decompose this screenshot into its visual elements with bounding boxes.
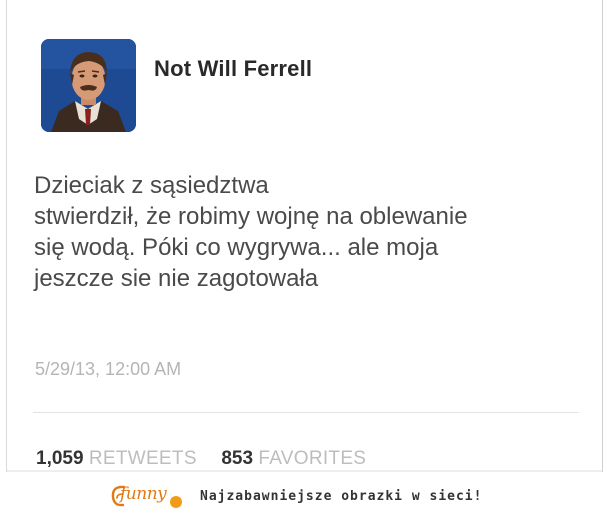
retweets-stat[interactable]: 1,059 RETWEETS <box>36 448 202 469</box>
site-tagline: Najzabawniejsze obrazki w sieci! <box>200 489 483 504</box>
site-logo[interactable]: funny <box>108 482 188 510</box>
profile-photo-icon <box>41 39 136 132</box>
avatar[interactable] <box>41 39 136 132</box>
site-footer-banner: funny Najzabawniejsze obrazki w sieci! <box>0 472 609 520</box>
tweet-timestamp[interactable]: 5/29/13, 12:00 AM <box>35 359 181 380</box>
tweet-text-line: Dzieciak z sąsiedztwa <box>34 172 269 199</box>
logo-text: funny <box>120 484 167 504</box>
tweet-card: Not Will Ferrell Dzieciak z sąsiedztwa s… <box>6 0 603 472</box>
tweet-stats: 1,059 RETWEETS 853 FAVORITES <box>36 448 366 470</box>
divider <box>33 412 579 413</box>
favorites-stat[interactable]: 853 FAVORITES <box>221 448 366 469</box>
tweet-text: Dzieciak z sąsiedztwa stwierdził, że rob… <box>34 170 574 294</box>
favorites-count: 853 <box>221 448 254 469</box>
favorites-label: FAVORITES <box>258 448 367 469</box>
logo-dot-icon <box>170 496 182 508</box>
tweet-text-line: się wodą. Póki co wygrywa... ale moja <box>34 234 439 261</box>
tweet-text-line: jeszcze sie nie zagotowała <box>34 265 319 292</box>
tweet-text-line: stwierdził, że robimy wojnę na oblewanie <box>34 203 468 230</box>
display-name[interactable]: Not Will Ferrell <box>154 56 312 82</box>
retweets-count: 1,059 <box>36 448 84 469</box>
retweets-label: RETWEETS <box>88 448 197 469</box>
